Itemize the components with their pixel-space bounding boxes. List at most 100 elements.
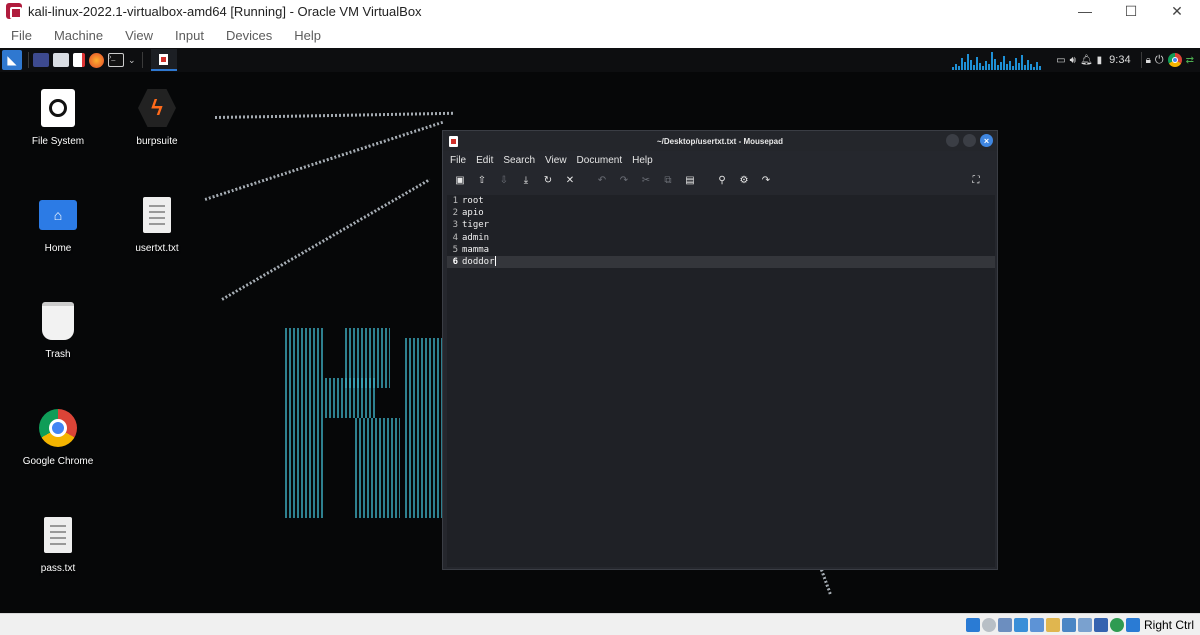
audio-icon[interactable] (997, 618, 1012, 632)
mousepad-window-title: ~/Desktop/usertxt.txt - Mousepad (656, 136, 784, 146)
open-file-icon[interactable]: ⇧ (473, 171, 491, 189)
keyboard-capture-icon[interactable] (1125, 618, 1140, 632)
drive-icon (38, 88, 78, 128)
guest-screen: ◣ ›_ ⌄ ▭ 🔊︎ 🔔︎ ▮ 9:34 🔒︎ ⏻ ⇄ File System… (0, 48, 1200, 613)
mousepad-task-icon[interactable] (150, 49, 177, 71)
trash-icon (38, 301, 78, 341)
close-document-icon[interactable]: ✕ (561, 171, 579, 189)
host-key-label: Right Ctrl (1143, 618, 1194, 632)
line-text: apio (462, 208, 484, 219)
chevron-down-icon[interactable]: ⌄ (128, 51, 136, 69)
network-icon[interactable]: ⇄ (1186, 51, 1194, 69)
mp-menu-search[interactable]: Search (503, 155, 535, 166)
desktop-icon-label: Home (44, 243, 72, 254)
terminal-icon[interactable]: ›_ (108, 51, 124, 69)
power-icon[interactable]: ⏻ (1155, 51, 1164, 69)
volume-icon[interactable]: 🔊︎ (1070, 51, 1076, 69)
mp-menu-edit[interactable]: Edit (476, 155, 493, 166)
host-window-title: kali-linux-2022.1-virtualbox-amd64 [Runn… (28, 3, 422, 19)
notification-icon[interactable]: 🔔︎ (1080, 51, 1093, 69)
workspace-icon[interactable] (33, 51, 49, 69)
panel-separator (28, 52, 29, 68)
lock-icon[interactable]: 🔒︎ (1146, 51, 1151, 69)
desktop-icon-label: File System (31, 136, 85, 147)
find-replace-icon[interactable]: ⚙ (735, 171, 753, 189)
wallpaper-ray (204, 120, 444, 201)
menu-devices[interactable]: Devices (226, 28, 272, 43)
text-editor-icon[interactable] (73, 51, 85, 69)
menu-file[interactable]: File (11, 28, 32, 43)
editor-current-line: 6 doddor (447, 255, 995, 269)
mousepad-toolbar: ▣ ⇧ ⇩ ⤓ ↻ ✕ ↶ ↷ ✂ ⧉ ▤ ⚲ ⚙ ↷ ⛶ (443, 169, 997, 191)
line-text: doddor (462, 256, 495, 267)
desktop-icon-pass-txt[interactable]: pass.txt (8, 515, 108, 574)
line-text: root (462, 196, 484, 206)
desktop-icon-burpsuite[interactable]: ϟ burpsuite (107, 88, 207, 147)
mousepad-title-bar[interactable]: ~/Desktop/usertxt.txt - Mousepad × (443, 131, 997, 151)
mp-menu-view[interactable]: View (545, 155, 567, 166)
text-file-icon (137, 195, 177, 235)
mouse-integration-icon[interactable] (1109, 618, 1124, 632)
mousepad-close-button[interactable]: × (980, 134, 993, 147)
desktop-icon-file-system[interactable]: File System (8, 88, 108, 147)
usb-icon[interactable] (1029, 618, 1044, 632)
maximize-button[interactable]: ☐ (1108, 0, 1154, 22)
mp-menu-document[interactable]: Document (577, 155, 623, 166)
undo-icon[interactable]: ↶ (593, 171, 611, 189)
desktop-icon-usertxt[interactable]: usertxt.txt (107, 195, 207, 254)
host-title-bar: kali-linux-2022.1-virtualbox-amd64 [Runn… (0, 0, 1200, 22)
redo-icon[interactable]: ↷ (615, 171, 633, 189)
hard-disk-icon[interactable] (965, 618, 980, 632)
paste-icon[interactable]: ▤ (681, 171, 699, 189)
line-number: 5 (452, 244, 458, 255)
virtualbox-icon (6, 3, 22, 19)
mousepad-app-icon (449, 136, 458, 147)
network-adapter-icon[interactable] (1013, 618, 1028, 632)
editor-line: 2 apio (447, 207, 995, 219)
mousepad-window: ~/Desktop/usertxt.txt - Mousepad × File … (442, 130, 998, 570)
go-to-line-icon[interactable]: ↷ (757, 171, 775, 189)
panel-clock[interactable]: 9:34 (1109, 54, 1130, 66)
text-file-icon (38, 515, 78, 555)
text-editor-area[interactable]: 1 root 2 apio 3 tiger 4 admin 5 mamma 6 doddor (447, 195, 995, 567)
display-icon[interactable] (1061, 618, 1076, 632)
desktop-icon-label: Trash (45, 349, 71, 360)
line-number: 4 (452, 232, 458, 243)
line-number: 3 (452, 220, 458, 231)
menu-input[interactable]: Input (175, 28, 204, 43)
save-icon[interactable]: ⇩ (495, 171, 513, 189)
fullscreen-icon[interactable]: ⛶ (967, 171, 985, 189)
cpu-graph (952, 50, 1042, 70)
window-controls: — ☐ ✕ (1062, 0, 1200, 22)
save-as-icon[interactable]: ⤓ (517, 171, 535, 189)
display-icon[interactable]: ▭ (1056, 51, 1065, 69)
video-capture-icon[interactable] (1077, 618, 1092, 632)
desktop-icon-trash[interactable]: Trash (8, 301, 108, 360)
menu-view[interactable]: View (125, 28, 153, 43)
close-button[interactable]: ✕ (1154, 0, 1200, 22)
kali-top-panel: ◣ ›_ ⌄ ▭ 🔊︎ 🔔︎ ▮ 9:34 🔒︎ ⏻ ⇄ (0, 48, 1200, 72)
minimize-button[interactable]: — (1062, 0, 1108, 22)
menu-help[interactable]: Help (294, 28, 321, 43)
menu-machine[interactable]: Machine (54, 28, 103, 43)
mousepad-minimize-button[interactable] (946, 134, 959, 147)
mp-menu-help[interactable]: Help (632, 155, 653, 166)
chrome-icon[interactable] (1167, 51, 1182, 69)
optical-drive-icon[interactable] (981, 618, 996, 632)
desktop-icon-google-chrome[interactable]: Google Chrome (8, 408, 108, 467)
reload-icon[interactable]: ↻ (539, 171, 557, 189)
mp-menu-file[interactable]: File (450, 155, 466, 166)
virtualization-icon[interactable] (1093, 618, 1108, 632)
desktop-icon-home[interactable]: ⌂ Home (8, 195, 108, 254)
cut-icon[interactable]: ✂ (637, 171, 655, 189)
copy-icon[interactable]: ⧉ (659, 171, 677, 189)
kali-menu-icon[interactable]: ◣ (2, 50, 22, 70)
new-document-icon[interactable]: ▣ (451, 171, 469, 189)
mousepad-maximize-button[interactable] (963, 134, 976, 147)
home-folder-icon: ⌂ (38, 195, 78, 235)
search-icon[interactable]: ⚲ (713, 171, 731, 189)
firefox-icon[interactable] (89, 51, 104, 69)
shared-folders-icon[interactable] (1045, 618, 1060, 632)
file-manager-icon[interactable] (53, 51, 69, 69)
desktop-icon-label: usertxt.txt (135, 243, 179, 254)
